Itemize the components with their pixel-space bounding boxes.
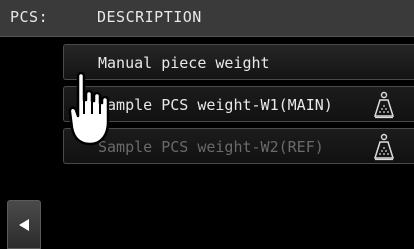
- menu-item-label: Sample PCS weight-W2(REF): [98, 138, 324, 156]
- weight-icon: [373, 133, 395, 161]
- hand-pointer-icon: [68, 71, 110, 146]
- weight-icon: [373, 91, 395, 119]
- menu-item-sample-pcs-w2[interactable]: Sample PCS weight-W2(REF): [63, 128, 414, 164]
- description-column-label: DESCRIPTION: [97, 8, 202, 26]
- menu-item-sample-pcs-w1[interactable]: Sample PCS weight-W1(MAIN): [63, 86, 414, 122]
- menu-item-label: Manual piece weight: [98, 54, 270, 72]
- menu-item-label: Sample PCS weight-W1(MAIN): [98, 96, 333, 114]
- scale-screen: PCS: DESCRIPTION Manual piece weight Sam…: [0, 0, 414, 249]
- left-arrow-icon: [19, 219, 29, 231]
- back-button[interactable]: [7, 200, 41, 249]
- menu-item-manual-piece-weight[interactable]: Manual piece weight: [63, 44, 414, 80]
- pcs-column-label: PCS:: [10, 8, 49, 26]
- header-bar: PCS: DESCRIPTION: [0, 0, 414, 37]
